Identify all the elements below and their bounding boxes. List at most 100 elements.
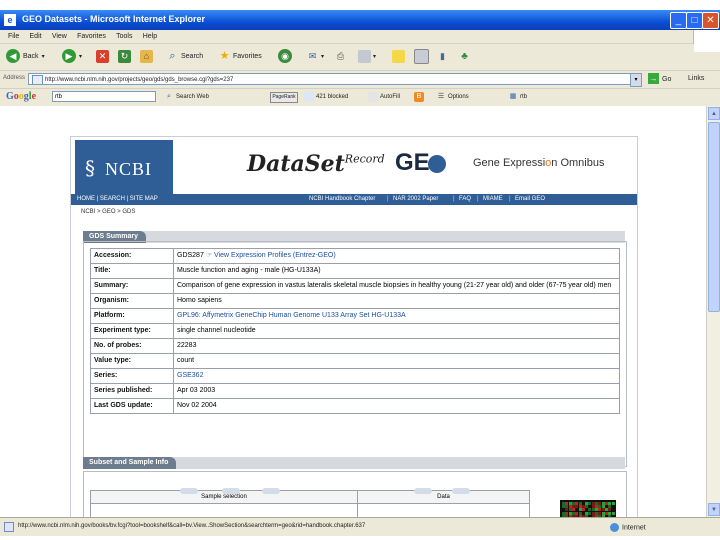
data-cell[interactable] — [357, 503, 530, 517]
platform-link[interactable]: GPL96: Affymetrix GeneChip Human Genome … — [177, 312, 406, 319]
page-viewport[interactable]: § NCBI DataSetRecord GE Gene Expression … — [0, 106, 706, 517]
scroll-down-arrow-icon[interactable]: ▼ — [708, 503, 720, 516]
subset-header: Subset and Sample Info — [83, 457, 625, 469]
blogger-button[interactable]: B — [414, 92, 426, 102]
vertical-scrollbar[interactable]: ▲ ▼ — [706, 106, 720, 517]
subset-table: Sample selection Data — [90, 490, 530, 517]
popup-blocker-button[interactable]: 421 blocked — [304, 92, 348, 102]
menu-favorites[interactable]: Favorites — [77, 30, 106, 43]
table-row: Accession: GDS287 ☞ View Expression Prof… — [90, 248, 620, 264]
links-button[interactable]: Links — [688, 75, 704, 82]
go-button[interactable]: → Go — [648, 73, 671, 84]
stop-icon: ✕ — [96, 49, 109, 63]
address-input[interactable]: http://www.ncbi.nlm.nih.gov/projects/geo… — [28, 73, 638, 85]
pagerank-indicator[interactable]: PageRank — [270, 92, 298, 103]
scrollbar-thumb[interactable] — [708, 122, 720, 312]
messenger-icon: ♣ — [461, 50, 468, 62]
stop-button[interactable]: ✕ — [96, 48, 111, 64]
dataset-record-logo: DataSetRecord — [247, 151, 385, 177]
research-button[interactable] — [414, 48, 431, 64]
sample-marker — [180, 488, 198, 494]
nav-home-search-sitemap[interactable]: HOME | SEARCH | SITE MAP — [77, 194, 158, 205]
media-button[interactable]: ◉ — [278, 48, 295, 64]
forward-dropdown-icon[interactable]: ▾ — [79, 53, 82, 60]
back-button[interactable]: ◀ Back ▾ — [6, 48, 45, 64]
minimize-button[interactable]: _ — [670, 12, 687, 29]
gds-summary-table: Accession: GDS287 ☞ View Expression Prof… — [90, 248, 620, 414]
discuss-button[interactable] — [392, 48, 407, 64]
maximize-button[interactable]: □ — [686, 12, 703, 29]
sample-marker — [222, 488, 240, 494]
standard-toolbar: ◀ Back ▾ ▶ ▾ ✕ ↻ ⌂ ⌕ Search ★ Favorites … — [0, 44, 694, 68]
favorites-star-icon: ★ — [219, 49, 230, 62]
table-row: Series published: Apr 03 2003 — [90, 383, 620, 399]
ncbi-logo[interactable]: § NCBI — [75, 140, 173, 194]
nav-faq-link[interactable]: FAQ — [459, 194, 471, 205]
menu-help[interactable]: Help — [143, 30, 157, 43]
mail-icon: ✉ — [308, 50, 317, 61]
menu-view[interactable]: View — [52, 30, 67, 43]
google-logo[interactable]: Google — [6, 91, 36, 102]
rtb-button[interactable]: ▦ rtb — [508, 92, 527, 102]
menu-edit[interactable]: Edit — [30, 30, 42, 43]
edit-button[interactable]: ▾ — [358, 48, 376, 64]
refresh-button[interactable]: ↻ — [118, 48, 133, 64]
status-bar: http://www.ncbi.nlm.nih.gov/books/bv.fcg… — [0, 517, 720, 536]
home-icon: ⌂ — [140, 49, 153, 63]
messenger-people-button[interactable]: ♣ — [458, 48, 473, 64]
cluster-heatmap-thumbnail[interactable] — [560, 500, 616, 517]
table-row — [90, 503, 530, 517]
search-button[interactable]: ⌕ Search — [166, 48, 203, 64]
options-button[interactable]: ☰ Options — [436, 92, 469, 102]
page-status-icon — [4, 522, 14, 532]
sample-marker — [414, 488, 432, 494]
favorites-button[interactable]: ★ Favorites — [218, 48, 262, 64]
forward-button[interactable]: ▶ ▾ — [62, 48, 82, 64]
edit-page-icon — [358, 49, 371, 63]
zone-label: Internet — [622, 524, 646, 532]
row-label: Title: — [90, 263, 174, 279]
scroll-up-arrow-icon[interactable]: ▲ — [708, 107, 720, 120]
address-bar: Address http://www.ncbi.nlm.nih.gov/proj… — [0, 70, 720, 89]
series-link[interactable]: GSE362 — [177, 372, 203, 379]
dataset-text: DataSet — [247, 151, 345, 177]
close-button[interactable]: ✕ — [702, 12, 719, 29]
back-dropdown-icon[interactable]: ▾ — [42, 53, 45, 60]
nav-miame-link[interactable]: MIAME — [483, 194, 503, 205]
row-label: No. of probes: — [90, 338, 174, 354]
row-label: Summary: — [90, 278, 174, 294]
table-row: Series: GSE362 — [90, 368, 620, 384]
sample-cell[interactable] — [90, 503, 358, 517]
address-dropdown-icon[interactable]: ▾ — [630, 73, 642, 87]
popup-blocked-label: 421 blocked — [316, 94, 349, 100]
mail-dropdown-icon[interactable]: ▾ — [321, 53, 324, 60]
home-button[interactable]: ⌂ — [140, 48, 155, 64]
nav-nar-paper-link[interactable]: NAR 2002 Paper — [393, 194, 438, 205]
ie-page-icon: e — [4, 14, 16, 26]
menu-file[interactable]: File — [8, 30, 19, 43]
row-label: Last GDS update: — [90, 398, 174, 414]
row-value: Nov 02 2004 — [173, 398, 620, 414]
search-web-button[interactable]: ⌕ Search Web — [164, 92, 209, 102]
geo-page: § NCBI DataSetRecord GE Gene Expression … — [70, 136, 638, 517]
breadcrumb[interactable]: NCBI > GEO > GDS — [81, 209, 135, 215]
geo-nav-bar: HOME | SEARCH | SITE MAP NCBI Handbook C… — [71, 194, 637, 205]
edit-dropdown-icon[interactable]: ▾ — [373, 53, 376, 60]
autofill-icon — [368, 92, 378, 102]
mail-button[interactable]: ✉ ▾ — [306, 48, 324, 64]
nav-email-link[interactable]: Email GEO — [515, 194, 545, 205]
autofill-button[interactable]: AutoFill — [368, 92, 400, 102]
gds-summary-box: Accession: GDS287 ☞ View Expression Prof… — [83, 241, 627, 467]
messenger-button[interactable]: ▮ — [436, 48, 451, 64]
forward-arrow-icon: ▶ — [62, 49, 76, 63]
geo-logo[interactable]: GE — [395, 149, 446, 177]
view-expression-profiles-link[interactable]: View Expression Profiles (Entrez-GEO) — [214, 252, 336, 259]
windows-logo-icon — [693, 30, 720, 52]
row-value: count — [173, 353, 620, 369]
print-button[interactable]: ⎙ — [334, 48, 349, 64]
geo-title-part1: Gene Expressi — [473, 157, 546, 169]
menu-tools[interactable]: Tools — [116, 30, 132, 43]
row-label: Series: — [90, 368, 174, 384]
nav-handbook-link[interactable]: NCBI Handbook Chapter — [309, 194, 375, 205]
google-search-input[interactable]: rtb — [52, 91, 156, 102]
